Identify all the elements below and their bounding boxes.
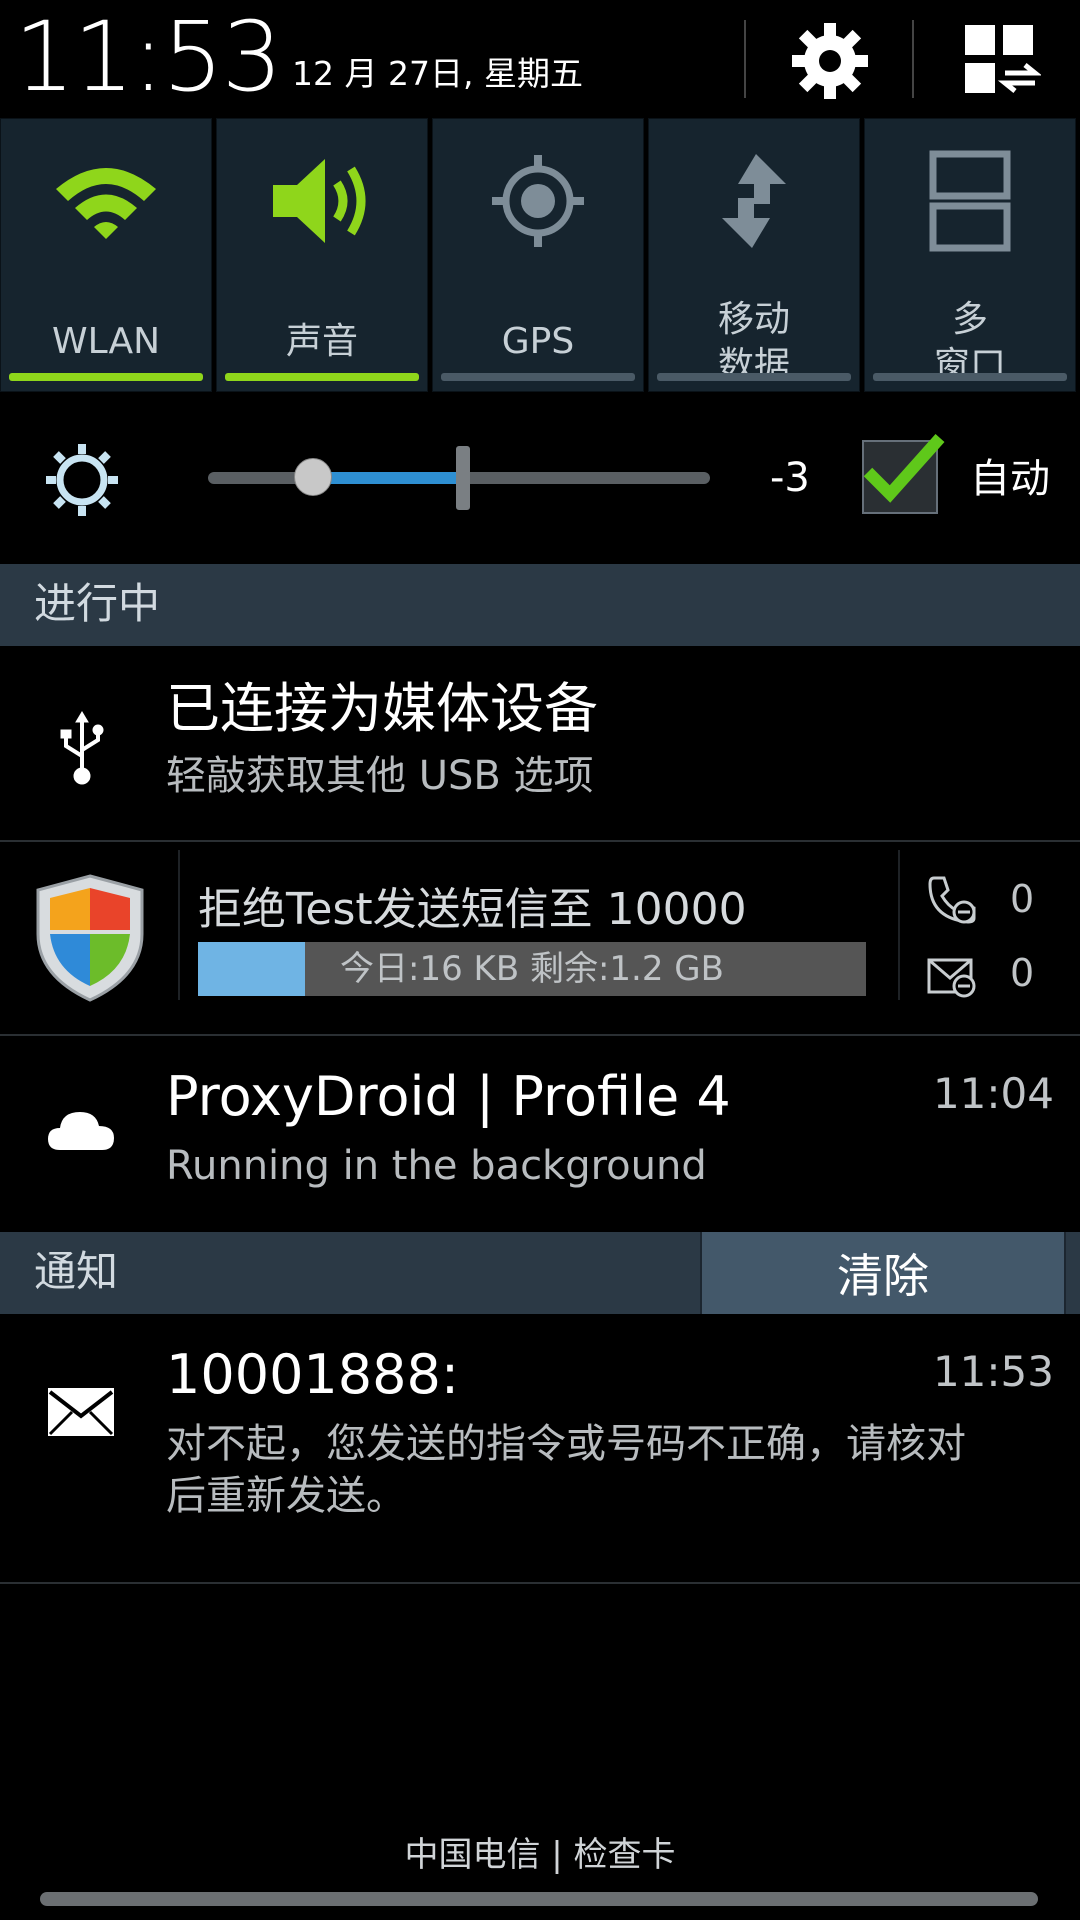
brightness-slider[interactable]: [208, 446, 710, 510]
panel-drag-handle[interactable]: [40, 1892, 1038, 1906]
mobile-data-icon: [722, 154, 786, 248]
usb-subtitle: 轻敲获取其他 USB 选项: [166, 753, 594, 799]
clear-button[interactable]: 清除: [700, 1232, 1066, 1314]
checkmark-icon: [863, 434, 945, 503]
gps-icon: [492, 155, 584, 247]
grid-switch-icon: [965, 25, 1041, 93]
slider-center-mark: [456, 446, 470, 510]
ongoing-header-label: 进行中: [34, 579, 161, 628]
call-block-count: 0: [1010, 877, 1035, 921]
slider-fill: [313, 472, 468, 484]
settings-button[interactable]: [780, 16, 880, 106]
usb-icon: [60, 711, 104, 785]
divider: [898, 850, 900, 1000]
usage-bar: 今日:16 KB 剩余:1.2 GB: [198, 942, 866, 996]
call-block-icon: [928, 876, 976, 924]
volume-icon: [273, 159, 366, 243]
mobile-data-toggle[interactable]: 移动 数据: [648, 118, 860, 392]
sound-toggle[interactable]: 声音: [216, 118, 428, 392]
wlan-toggle[interactable]: WLAN: [0, 118, 212, 392]
multi-window-toggle[interactable]: 多 窗口: [864, 118, 1076, 392]
sms-block-count: 0: [1010, 951, 1035, 995]
ongoing-section-header: 进行中: [0, 564, 1080, 646]
usage-text: 今日:16 KB 剩余:1.2 GB: [340, 949, 724, 989]
sms-body-line1: 对不起，您发送的指令或号码不正确，请核对: [166, 1421, 966, 1467]
gps-toggle[interactable]: GPS: [432, 118, 644, 392]
sound-active-indicator: [225, 373, 419, 381]
envelope-icon: [48, 1388, 114, 1436]
usb-notification[interactable]: 已连接为媒体设备 轻敲获取其他 USB 选项: [0, 646, 1080, 840]
multi-window-icon: [929, 150, 1011, 252]
sms-time: 11:53: [932, 1347, 1054, 1396]
date-label: 12 月 27日, 星期五: [292, 54, 583, 93]
carrier-label: 中国电信 | 检查卡: [404, 1835, 676, 1875]
auto-brightness-checkbox[interactable]: [862, 434, 945, 514]
divider: [178, 850, 180, 1000]
brightness-icon: [46, 444, 118, 516]
sms-block-icon: [927, 958, 976, 998]
security-title: 拒绝Test发送短信至 10000: [198, 884, 747, 935]
notifications-header-label: 通知: [34, 1247, 119, 1296]
multi-window-inactive-indicator: [873, 373, 1067, 381]
proxydroid-title: ProxyDroid | Profile 4: [166, 1065, 731, 1128]
sms-sender: 10001888:: [166, 1343, 460, 1406]
multi-window-label: 多 窗口: [933, 299, 1006, 386]
shield-icon: [36, 874, 144, 1002]
proxydroid-time: 11:04: [932, 1069, 1054, 1118]
sms-body-line2: 后重新发送。: [166, 1473, 406, 1519]
divider: [912, 20, 914, 98]
brightness-value: -3: [770, 455, 810, 501]
wifi-icon: [56, 168, 156, 239]
mobile-data-inactive-indicator: [657, 373, 851, 381]
cloud-icon: [48, 1112, 114, 1150]
proxydroid-subtitle: Running in the background: [166, 1143, 707, 1189]
gps-inactive-indicator: [441, 373, 635, 381]
proxydroid-notification[interactable]: ProxyDroid | Profile 4 Running in the ba…: [0, 1036, 1080, 1228]
clock: 11:53: [14, 1, 283, 113]
quick-panel-toggle-button[interactable]: [946, 16, 1056, 106]
slider-thumb[interactable]: [294, 458, 332, 496]
divider: [0, 1582, 1080, 1584]
sms-notification[interactable]: 10001888: 11:53 对不起，您发送的指令或号码不正确，请核对 后重新…: [0, 1314, 1080, 1584]
mobile-data-label: 移动 数据: [717, 299, 790, 386]
usb-title: 已连接为媒体设备: [166, 677, 598, 740]
divider: [744, 20, 746, 98]
gear-icon: [792, 23, 868, 99]
security-notification[interactable]: 拒绝Test发送短信至 10000 今日:16 KB 剩余:1.2 GB 0 0: [0, 842, 1080, 1034]
wlan-active-indicator: [9, 373, 203, 381]
auto-brightness-label: 自动: [970, 456, 1050, 502]
